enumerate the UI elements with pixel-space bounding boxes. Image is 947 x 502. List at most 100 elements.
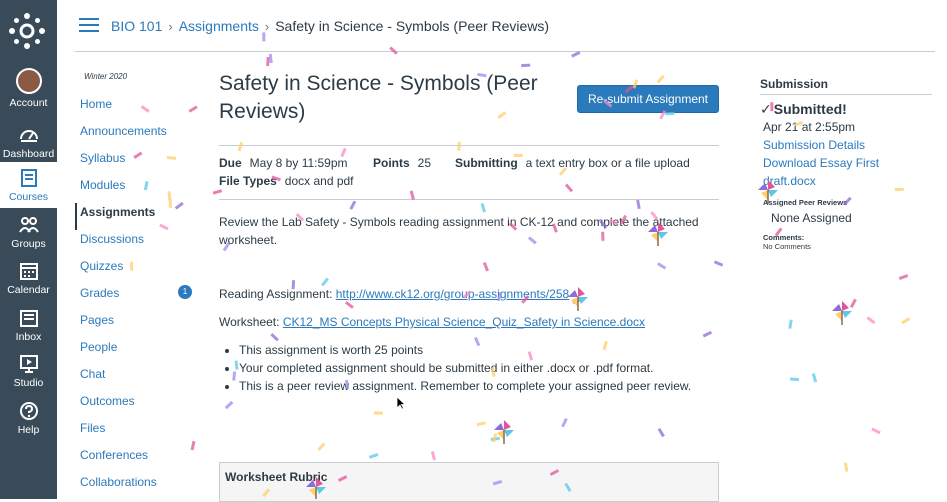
submitting-value: a text entry box or a file upload — [525, 156, 690, 170]
file-types-value: docx and pdf — [284, 174, 354, 188]
due-value: May 8 by 11:59pm — [249, 156, 348, 170]
dashboard-icon — [19, 130, 38, 142]
course-nav-grades[interactable]: Grades 1 — [75, 284, 205, 311]
confetti-piece — [843, 462, 849, 472]
confetti-piece — [349, 200, 357, 210]
course-nav-pages[interactable]: Pages — [75, 311, 205, 338]
gnav-courses-label: Courses — [8, 191, 49, 203]
confetti-piece — [482, 262, 490, 272]
course-nav-outcomes[interactable]: Outcomes — [75, 392, 205, 419]
pinwheel-icon — [568, 287, 588, 311]
breadcrumb-course[interactable]: BIO 101 — [111, 18, 162, 34]
gnav-account[interactable]: Account — [0, 68, 57, 109]
submission-date: Apr 21 at 2:55pm — [763, 120, 856, 134]
course-nav-grades-label: Grades — [80, 286, 120, 300]
confetti-piece — [898, 274, 909, 280]
gnav-help[interactable]: Help — [0, 400, 57, 436]
help-icon — [19, 402, 38, 420]
grades-count-badge: 1 — [178, 285, 192, 299]
course-nav-conferences[interactable]: Conferences — [75, 446, 205, 473]
submission-sidebar: Submission ✓ Submitted! Apr 21 at 2:55pm … — [760, 77, 932, 251]
breadcrumb: BIO 101 › Assignments › Safety in Science - … — [111, 18, 549, 34]
gnav-account-label: Account — [9, 97, 48, 109]
page-title: Safety in Science - Symbols (Peer Review… — [219, 72, 538, 123]
course-nav-discussions[interactable]: Discussions — [75, 230, 205, 257]
courses-icon — [20, 169, 37, 187]
submission-status-text: Submitted! — [773, 101, 847, 117]
confetti-piece — [788, 319, 793, 329]
course-nav-announcements[interactable]: Announcements — [75, 122, 205, 149]
course-nav-quizzes[interactable]: Quizzes — [75, 257, 205, 284]
course-nav-assignments[interactable]: Assignments — [75, 203, 205, 230]
assignment-bullets: This assignment is worth 25 points Your … — [237, 341, 691, 395]
course-nav-collaborations[interactable]: Collaborations — [75, 473, 205, 500]
comments-value: No Comments — [763, 242, 811, 251]
confetti-piece — [266, 57, 270, 67]
confetti-piece — [268, 53, 273, 64]
confetti-piece — [521, 63, 531, 68]
file-types-label: File Types — [219, 174, 277, 188]
confetti-piece — [657, 427, 665, 438]
worksheet-link[interactable]: CK12_MS Concepts Physical Science_Quiz_S… — [283, 315, 645, 329]
confetti-piece — [811, 373, 818, 383]
confetti-piece — [480, 203, 487, 213]
gnav-dashboard[interactable]: Dashboard — [0, 124, 57, 160]
worksheet-label: Worksheet: — [219, 315, 280, 329]
inbox-icon — [19, 310, 38, 327]
breadcrumb-assignments[interactable]: Assignments — [179, 18, 259, 34]
course-nav-chat[interactable]: Chat — [75, 365, 205, 392]
confetti-piece — [636, 199, 641, 210]
confetti-piece — [657, 262, 667, 270]
confetti-piece — [224, 400, 234, 410]
confetti-piece — [849, 298, 857, 308]
confetti-piece — [702, 330, 713, 338]
course-nav-people[interactable]: People — [75, 338, 205, 365]
gnav-inbox-label: Inbox — [15, 331, 42, 343]
checkmark-icon: ✓ — [760, 101, 772, 117]
confetti-piece — [476, 421, 487, 427]
gnav-groups[interactable]: Groups — [0, 214, 57, 250]
pinwheel-icon — [832, 301, 852, 325]
canvas-logo-icon[interactable] — [8, 12, 46, 50]
reading-assignment-line: Reading Assignment: http://www.ck12.org/… — [219, 287, 569, 301]
calendar-icon — [19, 263, 38, 280]
assignment-description: Review the Lab Safety - Symbols reading … — [219, 215, 699, 247]
course-nav-home[interactable]: Home — [75, 95, 205, 122]
course-nav-syllabus[interactable]: Syllabus — [75, 149, 205, 176]
confetti-piece — [232, 371, 237, 381]
comments-heading: Comments: — [763, 233, 805, 242]
confetti-piece — [901, 317, 911, 325]
groups-icon — [18, 217, 39, 233]
confetti-piece — [866, 316, 876, 325]
confetti-piece — [492, 433, 498, 443]
course-nav-files[interactable]: Files — [75, 419, 205, 446]
gnav-calendar-label: Calendar — [7, 284, 50, 296]
page-header: BIO 101 › Assignments › Safety in Science - … — [75, 0, 935, 52]
confetti-piece — [561, 417, 568, 428]
confetti-piece — [373, 411, 384, 415]
gnav-dashboard-label: Dashboard — [2, 148, 55, 160]
term-label: Winter 2020 — [84, 72, 128, 81]
account-avatar — [15, 68, 42, 94]
breadcrumb-current: Safety in Science - Symbols (Peer Review… — [275, 18, 550, 34]
confetti-piece — [368, 452, 379, 459]
reading-link[interactable]: http://www.ck12.org/group-assignments/25… — [336, 287, 569, 301]
resubmit-assignment-button[interactable]: Re-submit Assignment — [577, 85, 719, 113]
submission-details-link[interactable]: Submission Details — [763, 136, 932, 154]
gnav-courses[interactable]: Courses — [0, 162, 57, 208]
mouse-cursor-icon — [396, 396, 406, 410]
hamburger-menu-icon[interactable] — [79, 18, 99, 33]
gnav-calendar[interactable]: Calendar — [0, 260, 57, 296]
course-nav-modules[interactable]: Modules — [75, 176, 205, 203]
submission-status: ✓ Submitted! — [760, 101, 932, 118]
confetti-piece — [789, 377, 800, 382]
course-nav: Winter 2020 Home Announcements Syllabus … — [75, 60, 205, 500]
chevron-right-icon: › — [168, 19, 173, 34]
gnav-groups-label: Groups — [11, 238, 46, 250]
list-item: Your completed assignment should be subm… — [239, 359, 691, 377]
confetti-piece — [344, 300, 354, 309]
gnav-inbox[interactable]: Inbox — [0, 307, 57, 343]
gnav-studio[interactable]: Studio — [0, 353, 57, 389]
worksheet-line: Worksheet: CK12_MS Concepts Physical Sci… — [219, 315, 645, 329]
download-essay-link[interactable]: Download Essay First draft.docx — [763, 154, 888, 190]
